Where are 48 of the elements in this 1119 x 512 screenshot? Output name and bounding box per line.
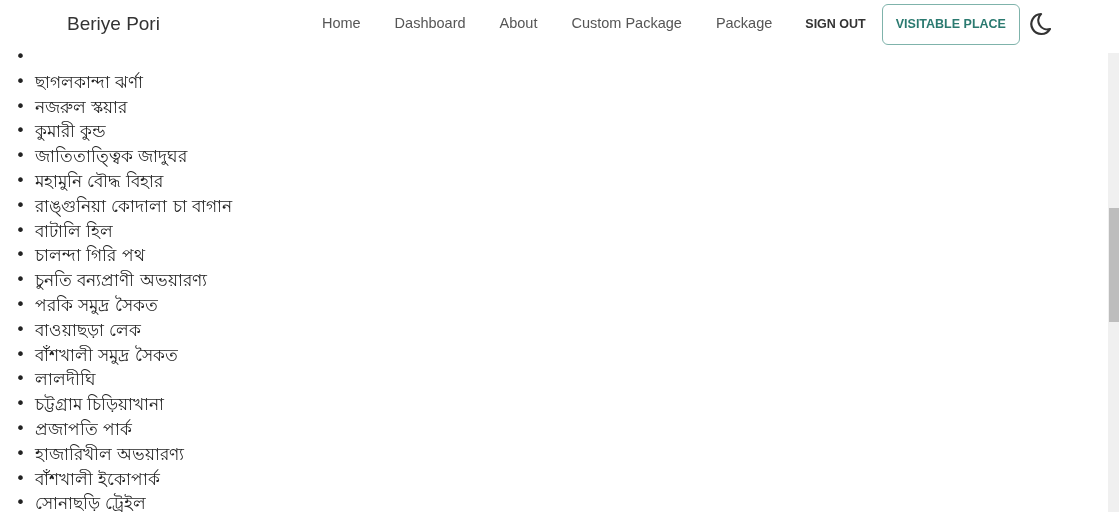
place-item: ছাগলকান্দা ঝর্ণা: [35, 70, 144, 94]
place-item: নজরুল স্কয়ার: [35, 95, 128, 119]
bullet: •: [14, 47, 27, 68]
place-item: লালদীঘি: [35, 368, 96, 392]
place-item: মহামুনি বৌদ্ধ বিহার: [35, 170, 163, 194]
bullet: •: [14, 270, 27, 291]
bullet: •: [14, 344, 27, 366]
place-item: হাজারিখীল অভয়ারণ্য: [35, 442, 185, 466]
place-item: রাঙ্গুনিয়া কোদালা চা বাগান: [35, 194, 233, 219]
place-item: বাটালি হিল: [35, 219, 114, 243]
bullet: •: [14, 121, 27, 143]
place-item: বাওয়াছড়া লেক: [35, 318, 142, 342]
place-item: চালন্দা গিরি পথ: [35, 244, 145, 268]
place-item: চট্টগ্রাম চিড়িয়াখানা: [35, 393, 165, 417]
bullet: •: [14, 245, 27, 267]
place-item: পরকি সমুদ্র সৈকত: [35, 294, 158, 318]
scrollbar[interactable]: [1108, 50, 1119, 512]
nav-link[interactable]: Custom Package: [554, 13, 699, 35]
scrollbar-thumb[interactable]: [1109, 208, 1119, 322]
visitable-place-button[interactable]: VISITABLE PLACE: [881, 3, 1020, 45]
bullet: •: [14, 96, 27, 118]
bullet: •: [14, 220, 27, 242]
place-item: বাঁশখালী সমুদ্র সৈকত: [35, 343, 178, 367]
bullet: •: [14, 195, 27, 217]
bullet: •: [14, 319, 27, 341]
place-item: জাতিতাত্ত্বিক জাদুঘর: [35, 145, 188, 169]
place-item: কুমারী কুন্ড: [35, 120, 107, 144]
bullet: •: [14, 71, 27, 93]
bullet: •: [14, 493, 27, 512]
place-item: চুনতি বন্যপ্রাণী অভয়ারণ্য: [35, 269, 207, 293]
place-item: প্রজাপতি পার্ক: [35, 418, 133, 442]
bullet: •: [14, 171, 27, 192]
place-item: সোনাছড়ি ট্রেইল: [35, 492, 147, 512]
bullet: •: [14, 443, 27, 465]
bullet: •: [14, 294, 27, 316]
nav-link[interactable]: Package: [698, 13, 790, 35]
bullet: •: [14, 146, 27, 167]
sign-out-link[interactable]: SIGN OUT: [789, 14, 882, 34]
brand-link[interactable]: Beriye Pori: [67, 9, 160, 39]
moon-icon[interactable]: [1028, 12, 1051, 36]
bullet: •: [14, 418, 27, 440]
place-item: বাঁশখালী ইকোপার্ক: [35, 467, 161, 491]
nav-link[interactable]: About: [482, 13, 555, 35]
bullet: •: [14, 369, 27, 391]
bullet: •: [14, 394, 27, 415]
nav-link[interactable]: Home: [304, 13, 378, 35]
nav-link[interactable]: Dashboard: [377, 13, 483, 35]
bullet: •: [14, 468, 27, 490]
